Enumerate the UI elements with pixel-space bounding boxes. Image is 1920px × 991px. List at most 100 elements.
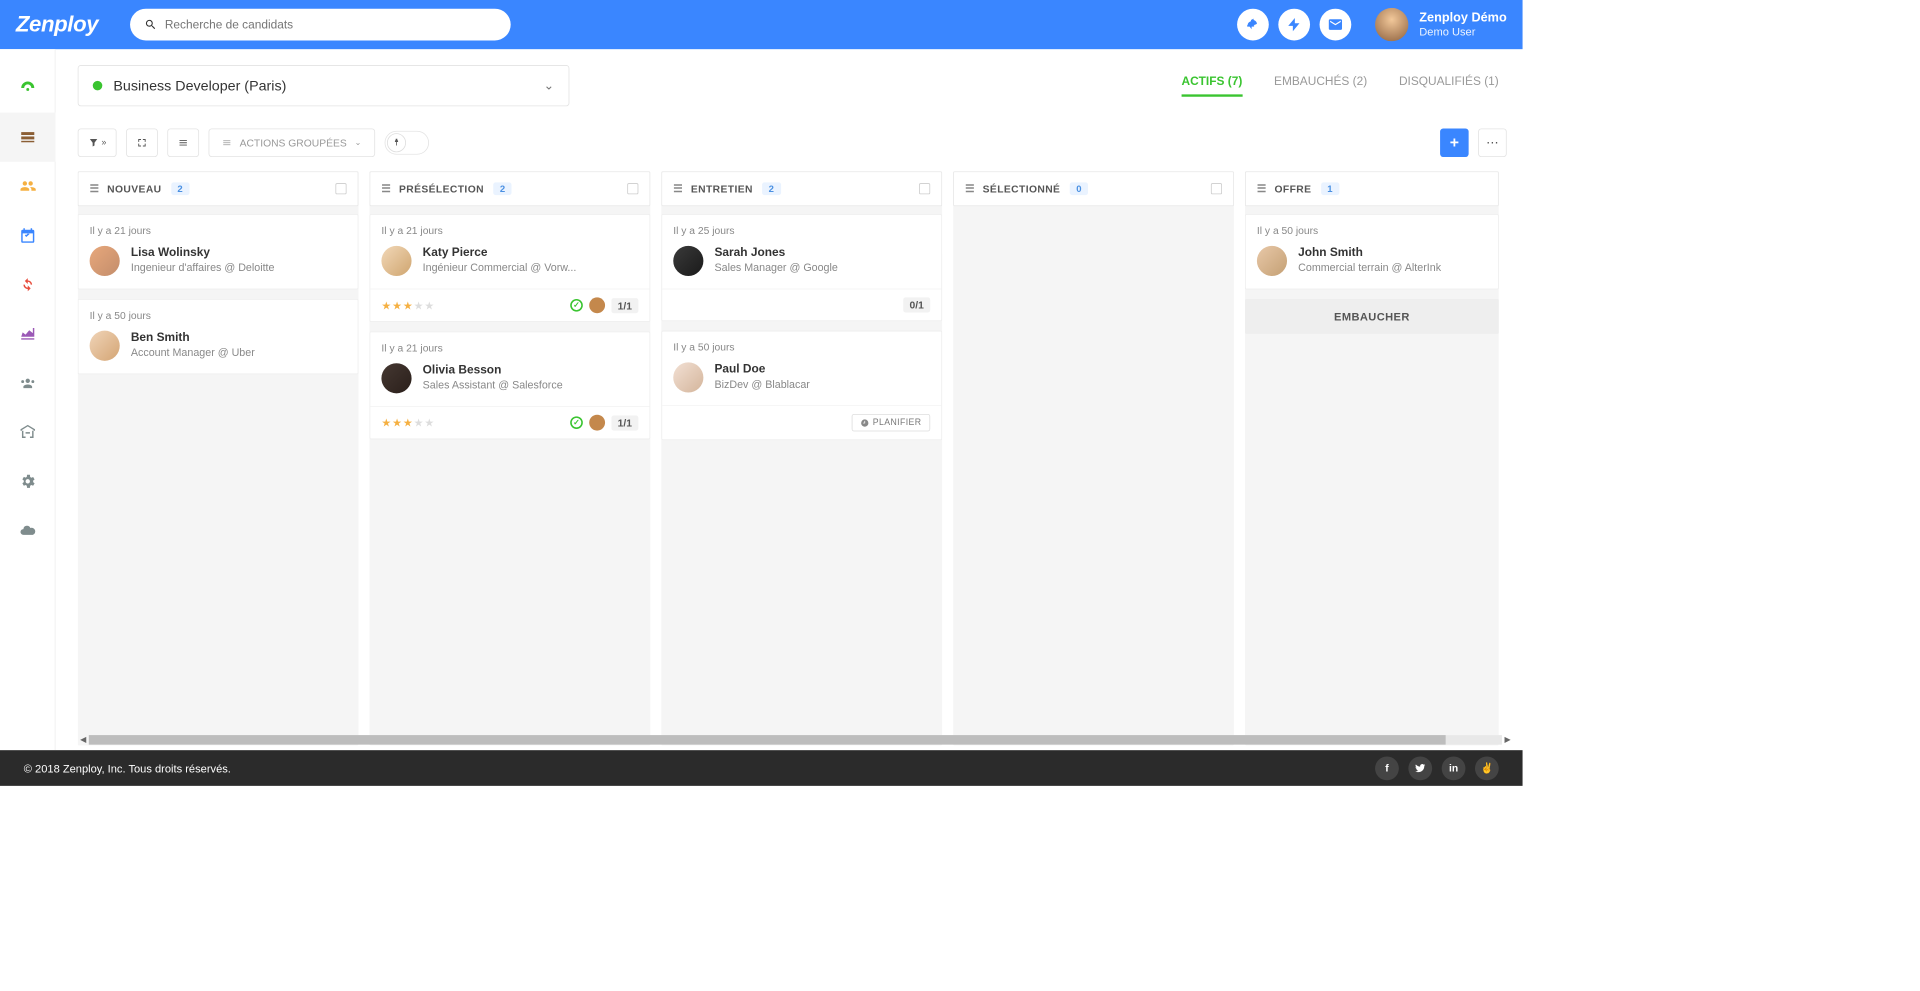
candidate-card[interactable]: Il y a 50 jours John Smith Commercial te… xyxy=(1245,214,1499,289)
pin-toggle[interactable] xyxy=(384,131,428,155)
column-header[interactable]: ☰ NOUVEAU 2 xyxy=(78,171,359,206)
tab-active[interactable]: ACTIFS (7) xyxy=(1181,75,1242,97)
bulk-actions-label: ACTIONS GROUPÉES xyxy=(240,137,347,149)
filter-button[interactable]: » xyxy=(78,128,117,157)
select-all-checkbox[interactable] xyxy=(1211,183,1222,194)
more-button[interactable]: ⋯ xyxy=(1478,128,1507,157)
grip-icon: ☰ xyxy=(381,182,391,195)
card-time: Il y a 21 jours xyxy=(370,215,649,236)
card-time: Il y a 50 jours xyxy=(662,331,941,352)
chevron-down-icon: ⌄ xyxy=(544,78,555,94)
copyright: © 2018 Zenploy, Inc. Tous droits réservé… xyxy=(24,762,231,775)
footer: © 2018 Zenploy, Inc. Tous droits réservé… xyxy=(0,750,1523,786)
card-time: Il y a 21 jours xyxy=(370,332,649,353)
facebook-link[interactable]: f xyxy=(1375,756,1399,780)
announce-button[interactable] xyxy=(1237,9,1269,41)
select-all-checkbox[interactable] xyxy=(627,183,638,194)
nav-dashboard[interactable] xyxy=(0,63,55,112)
twitter-link[interactable] xyxy=(1408,756,1432,780)
expand-icon xyxy=(136,137,147,148)
status-dot-icon xyxy=(93,81,103,91)
candidate-card[interactable]: Il y a 21 jours Katy Pierce Ingénieur Co… xyxy=(370,214,651,322)
expand-button[interactable] xyxy=(126,128,158,157)
rating-stars: ★★★★★ xyxy=(381,416,435,429)
column-header[interactable]: ☰ SÉLECTIONNÉ 0 xyxy=(953,171,1234,206)
user-menu[interactable]: Zenploy Démo Demo User xyxy=(1375,8,1507,41)
candidate-name: John Smith xyxy=(1298,246,1441,259)
review-ratio: 1/1 xyxy=(611,298,638,313)
mail-icon xyxy=(1327,17,1343,33)
horizontal-scrollbar[interactable]: ◀ ▶ xyxy=(78,734,1513,747)
candidate-card[interactable]: Il y a 21 jours Lisa Wolinsky Ingenieur … xyxy=(78,214,359,289)
nav-calendar[interactable] xyxy=(0,211,55,260)
reviewer-avatar xyxy=(589,415,605,431)
avatar xyxy=(381,363,411,393)
nav-candidates[interactable] xyxy=(0,162,55,211)
tab-hired[interactable]: EMBAUCHÉS (2) xyxy=(1274,75,1367,97)
avatar xyxy=(90,246,120,276)
column-count: 0 xyxy=(1070,182,1088,195)
nav-cloud[interactable] xyxy=(0,506,55,555)
twitter-icon xyxy=(1415,762,1426,773)
toolbar: » ACTIONS GROUPÉES ⌄ + ⋯ xyxy=(78,128,1507,157)
candidate-role: Ingénieur Commercial @ Vorw... xyxy=(423,262,577,274)
pin-icon xyxy=(391,138,401,148)
column-title: PRÉSÉLECTION xyxy=(399,183,484,195)
select-all-checkbox[interactable] xyxy=(919,183,930,194)
grip-icon: ☰ xyxy=(90,182,100,195)
column-entretien: ☰ ENTRETIEN 2 Il y a 25 jours Sarah Jone… xyxy=(661,171,942,745)
nav-team[interactable] xyxy=(0,358,55,407)
tab-disqualified[interactable]: DISQUALIFIÉS (1) xyxy=(1399,75,1499,97)
list-view-button[interactable] xyxy=(167,128,199,157)
chevron-down-icon: ⌄ xyxy=(355,138,362,147)
scroll-right-icon[interactable]: ▶ xyxy=(1502,736,1513,745)
candidate-card[interactable]: Il y a 50 jours Paul Doe BizDev @ Blabla… xyxy=(661,331,942,440)
mail-button[interactable] xyxy=(1319,9,1351,41)
nav-org[interactable] xyxy=(0,408,55,457)
rating-stars: ★★★★★ xyxy=(381,299,435,312)
user-org: Zenploy Démo xyxy=(1419,11,1506,25)
select-all-checkbox[interactable] xyxy=(335,183,346,194)
card-time: Il y a 21 jours xyxy=(79,215,358,236)
column-header[interactable]: ☰ OFFRE 1 xyxy=(1245,171,1499,206)
grip-icon: ☰ xyxy=(965,182,975,195)
candidate-role: Sales Assistant @ Salesforce xyxy=(423,379,563,391)
bulk-actions-dropdown[interactable]: ACTIONS GROUPÉES ⌄ xyxy=(209,128,375,157)
user-name: Demo User xyxy=(1419,25,1506,38)
column-title: OFFRE xyxy=(1274,183,1311,195)
activity-button[interactable] xyxy=(1278,9,1310,41)
search-box[interactable] xyxy=(130,9,511,41)
linkedin-link[interactable]: in xyxy=(1442,756,1466,780)
nav-reports[interactable] xyxy=(0,309,55,358)
hire-button[interactable]: EMBAUCHER xyxy=(1245,299,1499,334)
schedule-button[interactable]: PLANIFIER xyxy=(851,414,930,431)
column-header[interactable]: ☰ PRÉSÉLECTION 2 xyxy=(370,171,651,206)
job-selector[interactable]: Business Developer (Paris) ⌄ xyxy=(78,65,570,106)
kanban-icon xyxy=(19,128,36,145)
app-link[interactable]: ✌ xyxy=(1475,756,1499,780)
column-offre: ☰ OFFRE 1 Il y a 50 jours John Smith Com… xyxy=(1245,171,1499,745)
review-ratio: 0/1 xyxy=(903,297,930,312)
candidate-card[interactable]: Il y a 50 jours Ben Smith Account Manage… xyxy=(78,299,359,374)
column-count: 1 xyxy=(1321,182,1339,195)
column-header[interactable]: ☰ ENTRETIEN 2 xyxy=(661,171,942,206)
nav-sync[interactable] xyxy=(0,260,55,309)
filter-icon xyxy=(88,137,99,148)
chart-icon xyxy=(19,325,36,342)
check-icon: ✓ xyxy=(570,416,583,429)
scroll-left-icon[interactable]: ◀ xyxy=(78,736,89,745)
candidate-card[interactable]: Il y a 21 jours Olivia Besson Sales Assi… xyxy=(370,331,651,439)
candidate-name: Paul Doe xyxy=(714,362,809,375)
candidate-role: Sales Manager @ Google xyxy=(714,262,837,274)
nav-settings[interactable] xyxy=(0,457,55,506)
grip-icon: ☰ xyxy=(1257,182,1267,195)
add-candidate-button[interactable]: + xyxy=(1440,128,1469,157)
sidebar xyxy=(0,49,56,750)
candidate-card[interactable]: Il y a 25 jours Sarah Jones Sales Manage… xyxy=(661,214,942,321)
gauge-icon xyxy=(19,79,36,96)
nav-pipeline[interactable] xyxy=(0,113,55,162)
clock-icon xyxy=(860,418,869,427)
search-input[interactable] xyxy=(165,18,496,31)
header: Zenploy Zenploy Démo Demo User xyxy=(0,0,1523,49)
user-avatar xyxy=(1375,8,1408,41)
